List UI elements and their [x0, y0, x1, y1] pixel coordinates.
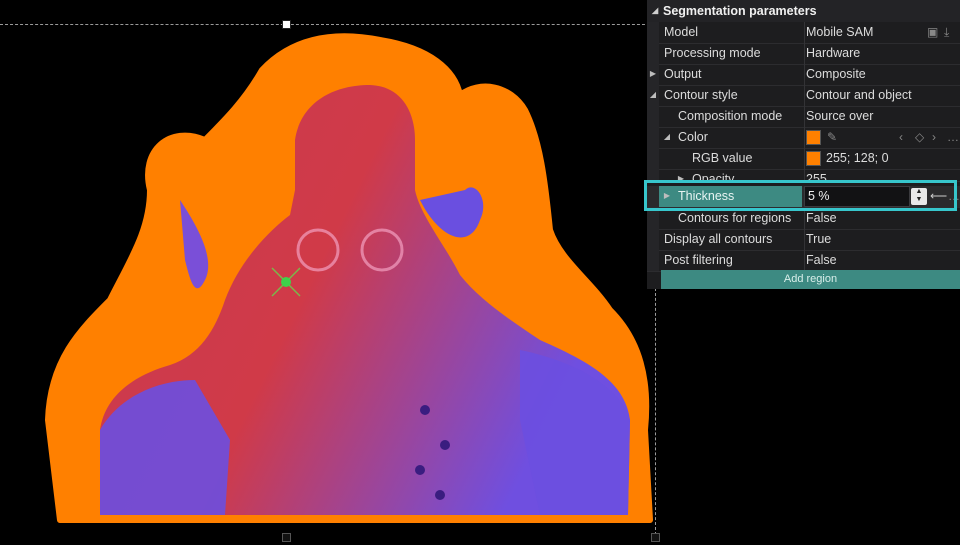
resize-handle-top[interactable]	[282, 20, 291, 29]
model-value[interactable]: Mobile SAM	[806, 22, 873, 42]
panel-header[interactable]: ◢ Segmentation parameters	[647, 0, 960, 22]
more-icon[interactable]: …	[947, 127, 959, 147]
keyframe-add-icon[interactable]: ◇	[915, 127, 924, 147]
row-label: Contour style	[664, 88, 738, 102]
processing-mode-value[interactable]: Hardware	[806, 43, 860, 63]
post-filtering-value[interactable]: False	[806, 250, 837, 270]
row-label: Processing mode	[664, 46, 761, 60]
thickness-highlight-frame	[644, 180, 957, 211]
row-model[interactable]: Model Mobile SAM ▣ ⤓	[647, 22, 960, 44]
row-label: Post filtering	[664, 253, 733, 267]
contours-for-regions-value[interactable]: False	[806, 208, 837, 228]
display-all-contours-value[interactable]: True	[806, 229, 831, 249]
expand-icon[interactable]: ▶	[648, 64, 658, 84]
row-composition-mode[interactable]: Composition mode Source over	[647, 106, 960, 128]
collapse-icon[interactable]: ◢	[662, 127, 672, 147]
keyframe-next-icon[interactable]: ›	[932, 127, 936, 147]
row-contour-style[interactable]: ◢ Contour style Contour and object	[647, 85, 960, 107]
contour-style-value[interactable]: Contour and object	[806, 85, 912, 105]
resize-handle-bottom-right[interactable]	[651, 533, 660, 542]
keyframe-prev-icon[interactable]: ‹	[899, 127, 903, 147]
row-label: Contours for regions	[678, 211, 792, 225]
row-processing-mode[interactable]: Processing mode Hardware	[647, 43, 960, 65]
download-icon[interactable]: ⤓	[944, 22, 949, 42]
row-display-all-contours[interactable]: Display all contours True	[647, 229, 960, 251]
composition-mode-value[interactable]: Source over	[806, 106, 873, 126]
output-value[interactable]: Composite	[806, 64, 866, 84]
rgb-value[interactable]: 255; 128; 0	[826, 148, 889, 168]
panel-title: Segmentation parameters	[663, 4, 817, 18]
eyedropper-icon[interactable]: ✎	[827, 127, 837, 147]
add-region-button[interactable]: Add region	[661, 270, 960, 289]
row-label: RGB value	[692, 151, 753, 165]
row-label: Composition mode	[678, 109, 783, 123]
selection-frame-top	[0, 24, 655, 25]
row-output[interactable]: ▶ Output Composite	[647, 64, 960, 86]
segmentation-parameters-panel: ◢ Segmentation parameters Model Mobile S…	[647, 0, 960, 289]
row-label: Output	[664, 67, 702, 81]
collapse-icon[interactable]: ◢	[652, 0, 658, 22]
row-label: Color	[678, 130, 708, 144]
collapse-icon[interactable]: ◢	[648, 85, 658, 105]
row-label: Display all contours	[664, 232, 773, 246]
row-post-filtering[interactable]: Post filtering False	[647, 250, 960, 272]
folder-open-icon[interactable]: ▣	[927, 22, 938, 42]
resize-handle-bottom[interactable]	[282, 533, 291, 542]
rgb-swatch[interactable]	[806, 151, 821, 166]
color-swatch[interactable]	[806, 130, 821, 145]
row-label: Model	[664, 25, 699, 39]
row-contours-for-regions[interactable]: Contours for regions False	[647, 208, 960, 230]
row-color[interactable]: ◢ Color ✎ ‹ ◇ › …	[647, 127, 960, 149]
row-rgb-value[interactable]: RGB value 255; 128; 0	[647, 148, 960, 170]
